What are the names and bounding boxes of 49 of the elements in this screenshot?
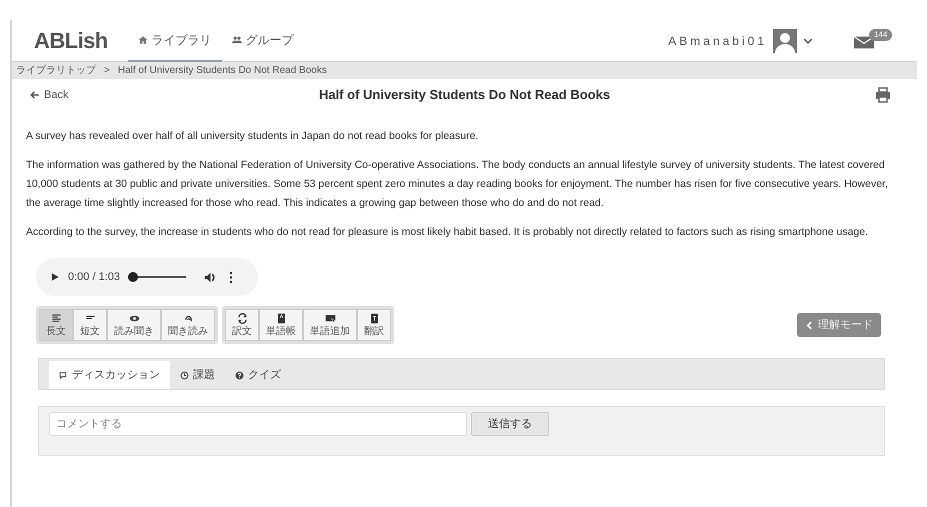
volume-icon: [204, 270, 217, 284]
clock-icon: [180, 370, 189, 380]
toolbar-button[interactable]: 翻訳: [357, 309, 391, 341]
send-button[interactable]: 送信する: [471, 412, 549, 436]
breadcrumb-separator: >: [104, 64, 110, 78]
username[interactable]: ABmanabi01: [668, 32, 767, 50]
add-word-icon: [324, 313, 336, 324]
audio-time: 0:00 / 1:03: [68, 270, 120, 285]
back-link[interactable]: Back: [30, 86, 110, 104]
seek-thumb[interactable]: [128, 272, 138, 282]
tab[interactable]: クイズ: [225, 361, 291, 389]
paragraph: A survey has revealed over half of all university students in Japan do not read books for pleasure.: [26, 129, 480, 144]
toolbar-button[interactable]: 長文: [39, 309, 73, 341]
tab[interactable]: 課題: [170, 361, 225, 389]
users-icon: [232, 34, 242, 44]
toolbar-button[interactable]: 訳文: [225, 309, 259, 341]
translate-icon: [368, 313, 380, 324]
chat-icon: [59, 370, 68, 380]
toolbar-button[interactable]: 単語帳: [259, 309, 303, 341]
arrow-left-icon: [30, 90, 40, 100]
toolbar-button[interactable]: 聞き読み: [161, 309, 215, 341]
breadcrumb-item[interactable]: ライブラリトップ: [16, 63, 96, 78]
refresh-icon: [236, 313, 248, 324]
article-title: Half of University Students Do Not Read Books: [318, 86, 612, 104]
eye-icon: [128, 313, 140, 324]
mail-icon: [853, 34, 875, 50]
caret-icon: [803, 36, 813, 46]
comment-input[interactable]: コメントする: [49, 412, 467, 436]
paragraph: According to the survey, the increase in students who do not read for pleasure is most likely habit based. It is probably not directly related to factors such as rising smartphone usage.: [26, 225, 869, 240]
audio-player[interactable]: 0:00 / 1:03: [36, 258, 258, 296]
toolbar-button[interactable]: 短文: [73, 309, 107, 341]
align-left-icon: [50, 313, 62, 324]
home-icon: [138, 34, 148, 44]
play-icon: [50, 272, 60, 282]
nav-tab[interactable]: グループ: [222, 20, 304, 62]
book-icon: [276, 313, 286, 324]
toolbar-button[interactable]: 読み聞き: [107, 309, 161, 341]
tab[interactable]: ディスカッション: [49, 361, 170, 389]
avatar[interactable]: [773, 28, 797, 52]
help-icon: [235, 370, 244, 380]
paragraph: The information was gathered by the National Federation of University Co-operative Associations. The body conducts an annual lifestyle survey of university students. The latest covered 10,000 students at 30 public and private universities. Some 53 percent spent zero minutes a day reading books for enjoyment. The number has risen for five consecutive years. However, the average time slightly increased for those who read. This indicates a growing gap between those who do and do not read.: [26, 158, 889, 211]
logo[interactable]: ABLish: [34, 24, 108, 57]
mail-count-badge: 144: [869, 28, 892, 40]
breadcrumb-item[interactable]: Half of University Students Do Not Read Books: [118, 63, 327, 78]
audio-seek-track[interactable]: [128, 272, 186, 282]
printer-icon: [875, 87, 891, 103]
ear-icon: [182, 313, 194, 324]
chevron-left-icon: [805, 320, 814, 330]
toolbar-button[interactable]: 単語追加: [303, 309, 357, 341]
